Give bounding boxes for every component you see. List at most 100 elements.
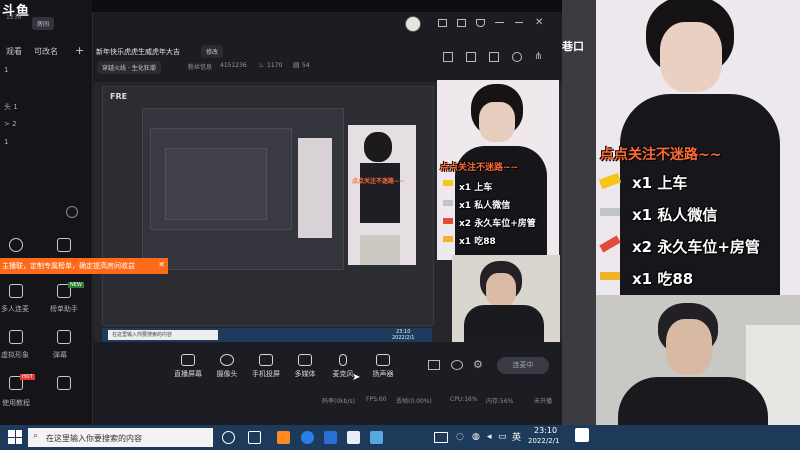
nested-search: 在这里输入你要搜索的内容: [108, 330, 218, 340]
nested-cam: [360, 235, 400, 265]
chat-icon[interactable]: [57, 330, 71, 344]
media-button[interactable]: 多媒体: [290, 354, 320, 379]
promo-line: x1 私人微信: [632, 206, 718, 224]
webcam-small: [452, 255, 560, 345]
close-icon[interactable]: ✕: [158, 260, 165, 269]
notification-icon[interactable]: [575, 428, 589, 442]
app-icon[interactable]: [370, 431, 383, 444]
face: [486, 273, 516, 307]
screen-capture-button[interactable]: 直播屏幕: [170, 354, 206, 379]
list-item[interactable]: > 2: [4, 120, 17, 128]
windows-start-icon[interactable]: [8, 430, 22, 444]
tab-watch[interactable]: 观看: [6, 46, 22, 57]
clock-date[interactable]: 2022/2/1: [528, 437, 559, 445]
camera-button[interactable]: 摄像头: [210, 354, 244, 379]
download-icon[interactable]: [9, 284, 23, 298]
app-sidebar: [0, 0, 92, 425]
settings-icon[interactable]: [512, 52, 522, 62]
network-icon[interactable]: ◌: [456, 432, 464, 442]
promo-line: x1 私人微信: [459, 201, 511, 211]
tray-icon[interactable]: ◍: [472, 432, 480, 442]
list-item[interactable]: 头 1: [4, 102, 18, 112]
cortana-icon[interactable]: [222, 431, 235, 444]
face: [660, 22, 722, 92]
status-bitrate: 码率(0kb/s): [322, 398, 355, 405]
fire-icon: ♨: [258, 61, 265, 69]
keyboard-icon[interactable]: [434, 432, 448, 443]
tutorial-link[interactable]: 使用教程: [2, 398, 30, 408]
face: [666, 319, 712, 375]
shop-icon[interactable]: [443, 52, 453, 62]
promo-line: x1 上车: [632, 174, 688, 192]
promo-line: x1 吃88: [632, 270, 694, 288]
settings-icon[interactable]: ⚙: [473, 358, 483, 371]
list-item[interactable]: 1: [4, 138, 8, 146]
app-icon[interactable]: [301, 431, 314, 444]
hot-badge: HOT: [20, 374, 35, 380]
app-icon[interactable]: [324, 431, 337, 444]
toolbar-label: 直播屏幕: [174, 370, 202, 378]
record-icon[interactable]: [428, 360, 440, 370]
grid-label: 弹幕: [53, 351, 67, 359]
crown-icon: [443, 236, 453, 242]
start-live-button[interactable]: 连麦中: [497, 357, 549, 374]
nested-promo: 点点关注不迷路~~: [352, 178, 405, 185]
record-icon[interactable]: [489, 52, 499, 62]
toolbar-label: 多媒体: [294, 370, 316, 378]
rocket-icon: [599, 235, 621, 253]
share-icon[interactable]: ⋔: [534, 51, 542, 62]
edit-title-button[interactable]: 修改: [201, 45, 224, 58]
promo-banner[interactable]: 主播联，定制专属榜单，确定提高房间收益 ✕: [0, 258, 168, 274]
gold-bar-icon: [598, 172, 622, 190]
promo-line: x1 上车: [459, 183, 493, 193]
gear-icon[interactable]: [9, 330, 23, 344]
phone-cast-button[interactable]: 手机投屏: [248, 354, 284, 379]
status-cpu: CPU:16%: [450, 396, 478, 403]
speaker-icon: [376, 354, 390, 366]
new-badge: NEW: [68, 282, 84, 288]
loading-icon: [66, 206, 78, 218]
toolbar-label: 摄像头: [216, 370, 238, 378]
language-indicator[interactable]: 英: [512, 430, 521, 443]
add-icon[interactable]: +: [75, 44, 84, 57]
promo-line: x1 吃88: [459, 237, 496, 247]
face: [479, 102, 515, 142]
promo-headline: 点点关注不迷路~~: [600, 147, 722, 163]
skin-icon[interactable]: [457, 19, 466, 27]
fans-label: 粉丝信息: [188, 64, 213, 71]
battery-icon[interactable]: ▭: [498, 432, 507, 442]
close-icon[interactable]: ✕: [535, 17, 543, 28]
cup-icon[interactable]: [476, 19, 485, 27]
room-tab-pill[interactable]: 房间: [32, 17, 55, 30]
app-icon[interactable]: [347, 431, 360, 444]
eye-icon[interactable]: [451, 360, 463, 370]
shield-icon[interactable]: [57, 238, 71, 252]
wall-strip: [562, 0, 596, 450]
speaker-button[interactable]: 扬声器: [368, 354, 398, 379]
mouse-cursor: ➤: [352, 372, 361, 383]
mic-icon: [339, 354, 347, 366]
plane-icon: [600, 208, 620, 216]
avatar[interactable]: [405, 16, 421, 32]
nested-person: [298, 138, 332, 238]
category-tag[interactable]: 穿越火线 · 生化狂潮: [97, 61, 161, 74]
promo-headline: 点点关注不迷路~~: [440, 163, 519, 173]
app-icon[interactable]: [277, 431, 290, 444]
list-item[interactable]: 1: [4, 66, 8, 74]
nested-logo: FRE: [110, 92, 128, 101]
clock-time[interactable]: 23:10: [534, 426, 557, 435]
taskbar-search[interactable]: ⌕ 在这里输入你要搜索的内容: [28, 428, 213, 447]
volume-icon[interactable]: ◂: [487, 432, 492, 442]
gift-icon[interactable]: [466, 52, 476, 62]
mail-icon[interactable]: [438, 19, 447, 27]
toolbar-label: 手机投屏: [252, 370, 280, 378]
minimize-icon[interactable]: [515, 22, 523, 23]
search-icon: ⌕: [33, 431, 39, 441]
menu-icon[interactable]: [495, 22, 504, 23]
download-icon[interactable]: [57, 376, 71, 390]
tab-rename[interactable]: 可改名: [34, 46, 58, 57]
user-icon[interactable]: [9, 238, 23, 252]
task-view-icon[interactable]: [248, 431, 261, 444]
streamer-photo-small: 点点关注不迷路~~ x1 上车 x1 私人微信 x2 永久车位+房管 x1 吃8…: [437, 80, 559, 260]
phone-icon: [259, 354, 273, 366]
